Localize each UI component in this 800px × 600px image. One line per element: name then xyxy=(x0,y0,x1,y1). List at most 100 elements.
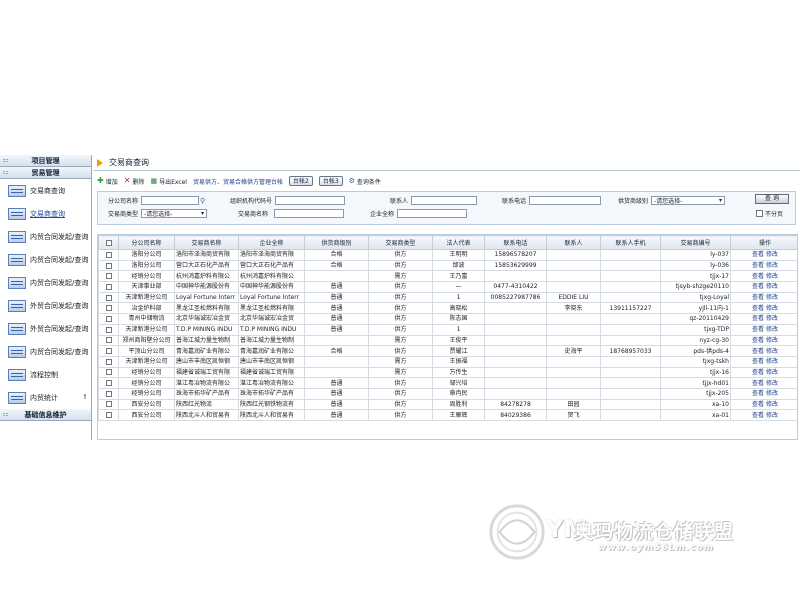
column-header[interactable]: 企业全称 xyxy=(238,235,305,250)
sidebar-item-domestic-contract-1[interactable]: 内贸合同发起/查询 xyxy=(0,225,91,248)
row-select-cell[interactable] xyxy=(98,323,119,336)
table-row[interactable]: 平顶山分公司 青海嘉润矿业有限公 青海嘉润矿业有限公 合格 供方 贾耀江 史海平 187689… xyxy=(98,345,797,357)
table-row[interactable]: 西安分公司 陕西红光物流 陕西红光钢铁物流有 普通 供方 周胜利 84278278 田园 xa-… xyxy=(98,398,797,411)
row-checkbox[interactable] xyxy=(105,337,112,344)
row-checkbox[interactable] xyxy=(105,262,112,269)
no-paging-checkbox[interactable]: 不分页 xyxy=(756,209,783,218)
sidebar-item-domestic-contract-2[interactable]: 内贸合同发起/查询 xyxy=(0,248,91,271)
org-code-input[interactable] xyxy=(275,196,346,205)
edit-link[interactable]: 修改 xyxy=(766,273,778,280)
row-select-cell[interactable] xyxy=(98,334,119,347)
edit-link[interactable]: 修改 xyxy=(766,337,778,344)
sidebar-item-foreign-contract-1[interactable]: 外贸合同发起/查询 xyxy=(0,294,91,317)
view-link[interactable]: 查看 xyxy=(752,262,764,269)
view-link[interactable]: 查看 xyxy=(752,348,764,355)
table-row[interactable]: 郑州商阳壁分公司 普海江城力量生物制 普海江城力量生物制 需方 王俊平 nyz-cg-30… xyxy=(98,334,797,347)
table-row[interactable]: 经销分公司 杭州鸿嘉炉料有限公 杭州鸿嘉炉料有限公 需方 王乃富 tjjx-17 查看 修改 xyxy=(98,270,797,283)
ledger-3-button[interactable]: 台帐3 xyxy=(318,176,343,186)
edit-link[interactable]: 修改 xyxy=(766,283,778,290)
view-link[interactable]: 查看 xyxy=(752,380,764,387)
view-link[interactable]: 查看 xyxy=(752,412,764,419)
row-select-cell[interactable] xyxy=(98,302,119,315)
view-link[interactable]: 查看 xyxy=(752,358,764,365)
export-excel-button[interactable]: ▦ 导出Excel xyxy=(150,177,187,186)
row-select-cell[interactable] xyxy=(98,377,119,389)
edit-link[interactable]: 修改 xyxy=(766,262,778,269)
row-checkbox[interactable] xyxy=(105,412,112,419)
supplier-level-select[interactable]: -请您选择- ▾ xyxy=(651,196,726,205)
query-button[interactable]: 查 询 xyxy=(755,194,789,204)
table-row[interactable]: 天津事业部 中国神华能源股份有 中国神华能源股份有 普通 供方 —0477-4310422… xyxy=(98,281,797,293)
view-link[interactable]: 查看 xyxy=(752,315,764,322)
edit-link[interactable]: 修改 xyxy=(766,390,778,397)
edit-link[interactable]: 修改 xyxy=(766,358,778,365)
select-all-checkbox[interactable] xyxy=(105,239,112,246)
sidebar-group-project[interactable]: :: 项目管理 xyxy=(0,155,91,167)
column-header[interactable]: 分公司名称 xyxy=(118,235,175,250)
table-row[interactable]: 天津新港分公司 T.D.P MINING INDU T.D.P MINING IND… xyxy=(98,323,797,336)
column-header[interactable]: 联系人 xyxy=(546,235,601,250)
table-row[interactable]: 青州中储物流 北京华瑞诚宏冶金贸 北京华瑞诚宏冶金贸 普通 供方 陈志国 qz-201104… xyxy=(98,313,797,325)
edit-link[interactable]: 修改 xyxy=(766,251,778,258)
add-button[interactable]: ✚ 增加 xyxy=(97,177,118,186)
row-select-cell[interactable] xyxy=(98,387,119,400)
view-link[interactable]: 查看 xyxy=(752,305,764,312)
row-checkbox[interactable] xyxy=(105,305,112,312)
sidebar-group-trade[interactable]: :: 贸易管理 xyxy=(0,167,91,179)
view-link[interactable]: 查看 xyxy=(752,326,764,333)
full-name-input[interactable] xyxy=(397,209,468,218)
view-link[interactable]: 查看 xyxy=(752,283,764,290)
view-link[interactable]: 查看 xyxy=(752,401,764,408)
edit-link[interactable]: 修改 xyxy=(766,369,778,376)
view-link[interactable]: 查看 xyxy=(752,251,764,258)
row-select-cell[interactable] xyxy=(98,409,119,421)
supplier-ledger-link[interactable]: 贸易供方、贸易合格供方管理台帐 xyxy=(193,177,283,186)
delete-button[interactable]: ✕ 删除 xyxy=(124,177,145,186)
row-select-cell[interactable] xyxy=(98,345,119,357)
row-select-cell[interactable] xyxy=(98,259,119,272)
edit-link[interactable]: 修改 xyxy=(766,305,778,312)
sidebar-group-basic-info[interactable]: :: 基础信息维护 xyxy=(0,409,91,421)
row-checkbox[interactable] xyxy=(105,294,112,301)
row-checkbox[interactable] xyxy=(105,283,112,290)
phone-input[interactable] xyxy=(529,196,602,205)
sidebar-item-process-control[interactable]: 流程控制 xyxy=(0,363,91,386)
column-header[interactable]: 供货商级别 xyxy=(304,235,369,250)
row-checkbox[interactable] xyxy=(105,251,112,258)
view-link[interactable]: 查看 xyxy=(752,369,764,376)
row-checkbox[interactable] xyxy=(105,358,112,365)
column-header[interactable]: 法人代表 xyxy=(432,235,485,250)
edit-link[interactable]: 修改 xyxy=(766,401,778,408)
column-header[interactable]: 操作 xyxy=(730,235,797,250)
row-checkbox[interactable] xyxy=(105,369,112,376)
ledger-2-button[interactable]: 台帐2 xyxy=(288,176,313,186)
row-checkbox[interactable] xyxy=(105,401,112,408)
select-all-header[interactable] xyxy=(98,235,119,250)
sidebar-item-domestic-stats[interactable]: 内贸统计 ⇑ xyxy=(0,386,91,409)
row-select-cell[interactable] xyxy=(98,281,119,293)
row-checkbox[interactable] xyxy=(105,348,112,355)
trader-type-select[interactable]: -请您选择- ▾ xyxy=(141,209,208,218)
sidebar-item-domestic-contract-4[interactable]: 内贸合同发起/查询 xyxy=(0,340,91,363)
lookup-icon[interactable]: ⚲ xyxy=(200,197,205,205)
table-row[interactable]: 洛阳分公司 洛阳市泽海商贸有限 洛阳市泽海商贸有限 合格 供方 王明明 1589657820… xyxy=(98,249,797,261)
view-link[interactable]: 查看 xyxy=(752,390,764,397)
sidebar-item-trader-query-1[interactable]: 交易商查询 xyxy=(0,179,91,202)
row-select-cell[interactable] xyxy=(98,398,119,411)
row-select-cell[interactable] xyxy=(98,355,119,368)
view-link[interactable]: 查看 xyxy=(752,337,764,344)
sidebar-item-trader-query-2[interactable]: 交易商查询 xyxy=(0,202,91,225)
column-header[interactable]: 交易商类型 xyxy=(368,235,433,250)
row-checkbox[interactable] xyxy=(105,380,112,387)
sidebar-item-foreign-contract-2[interactable]: 外贸合同发起/查询 xyxy=(0,317,91,340)
row-checkbox[interactable] xyxy=(105,315,112,322)
table-row[interactable]: 天津新港分公司 唐山市丰南区凯恒钢 唐山市丰南区凯恒钢 需方 王振福 tjxg-tskh 查… xyxy=(98,355,797,368)
table-row[interactable]: 洛阳分公司 营口大正石化产品有 营口大正石化产品有 合格 供方 邰波 15853629999… xyxy=(98,259,797,272)
company-name-input[interactable] xyxy=(141,196,200,205)
row-select-cell[interactable] xyxy=(98,313,119,325)
contact-input[interactable] xyxy=(411,196,478,205)
table-row[interactable]: 西安分公司 陕西北斗人和贸易有 陕西北斗人和贸易有 普通 供方 王雁辉 84029386 贺飞… xyxy=(98,409,797,421)
row-checkbox[interactable] xyxy=(105,273,112,280)
view-link[interactable]: 查看 xyxy=(752,273,764,280)
edit-link[interactable]: 修改 xyxy=(766,326,778,333)
